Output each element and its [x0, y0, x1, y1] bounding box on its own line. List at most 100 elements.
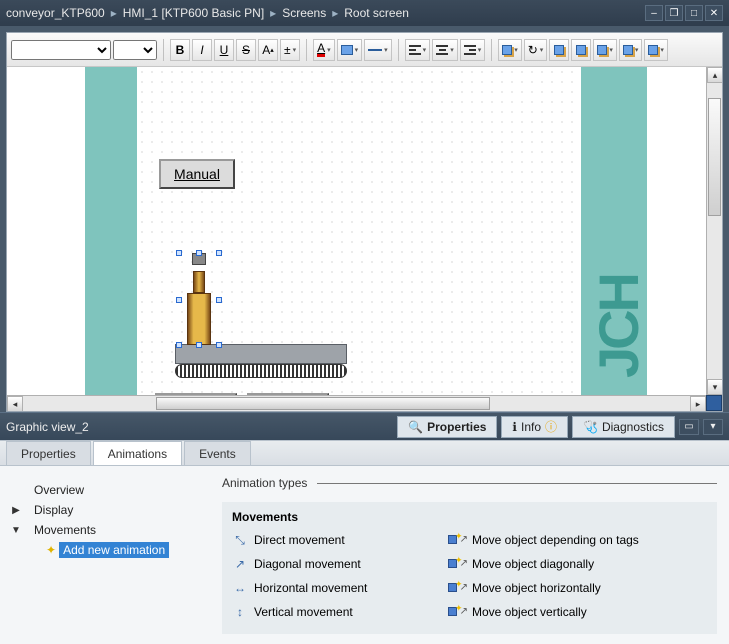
horizontal-movement-action[interactable]: ✦↗Move object horizontally — [448, 578, 707, 598]
scroll-thumb[interactable] — [156, 397, 490, 410]
direct-movement-action[interactable]: ✦↗Move object depending on tags — [448, 530, 707, 550]
format-painter-button[interactable]: ±▾ — [280, 39, 300, 61]
scroll-up-button[interactable]: ▴ — [707, 67, 722, 83]
bottle-body — [187, 293, 211, 345]
breadcrumb-3[interactable]: Screens — [282, 6, 326, 20]
direct-movement-item[interactable]: ⤡Direct movement — [232, 530, 432, 550]
breadcrumb-1[interactable]: conveyor_KTP600 — [6, 6, 105, 20]
selection-handle[interactable] — [176, 250, 182, 256]
line-color-button[interactable]: ▾ — [364, 39, 392, 61]
action-icon: ✦↗ — [448, 581, 466, 595]
arrange-icon — [554, 45, 564, 55]
breadcrumb-4[interactable]: Root screen — [344, 6, 409, 20]
breadcrumb-2[interactable]: HMI_1 [KTP600 Basic PN] — [123, 6, 264, 20]
tree-display[interactable]: ▶Display — [10, 500, 200, 520]
window-close-button[interactable]: ✕ — [705, 5, 723, 21]
underline-button[interactable]: U — [214, 39, 234, 61]
new-icon: ✦ — [46, 543, 56, 557]
vertical-movement-action[interactable]: ✦↗Move object vertically — [448, 602, 707, 622]
arrange-front-button[interactable]: ▾ — [498, 39, 522, 61]
arrange-icon — [623, 45, 633, 55]
animation-types-heading: Animation types — [222, 476, 717, 490]
font-family-select[interactable] — [11, 40, 111, 60]
strike-button[interactable]: S — [236, 39, 256, 61]
breadcrumb-sep: ▸ — [270, 6, 276, 20]
vertical-icon: ↕ — [232, 605, 248, 619]
diagonal-movement-action[interactable]: ✦↗Move object diagonally — [448, 554, 707, 574]
subtab-animations[interactable]: Animations — [93, 441, 182, 465]
rotate-button[interactable]: ↻▾ — [524, 39, 548, 61]
action-icon: ✦↗ — [448, 557, 466, 571]
window-restore-button[interactable]: ❐ — [665, 5, 683, 21]
horizontal-movement-item[interactable]: ↔Horizontal movement — [232, 578, 432, 598]
screen-border-left — [85, 67, 137, 395]
selection-handle[interactable] — [176, 297, 182, 303]
line-icon — [368, 49, 382, 51]
arrange-icon — [648, 45, 658, 55]
arrange-2-button[interactable] — [571, 39, 591, 61]
info-tab[interactable]: ℹ Info ⓘ — [501, 416, 568, 438]
conveyor-graphic[interactable] — [175, 344, 347, 384]
scroll-thumb[interactable] — [708, 98, 721, 216]
collapse-icon[interactable]: ▼ — [10, 525, 22, 536]
expand-icon[interactable]: ▶ — [10, 505, 22, 516]
selection-handle[interactable] — [216, 297, 222, 303]
action-icon: ✦↗ — [448, 533, 466, 547]
properties-tab[interactable]: 🔍 Properties — [397, 416, 497, 438]
align-right-icon — [464, 45, 476, 55]
superscript-button[interactable]: A▴ — [258, 39, 278, 61]
arrange-5-button[interactable]: ▾ — [644, 39, 668, 61]
hmi-screen: JCH — [85, 67, 647, 395]
breadcrumb-sep: ▸ — [111, 6, 117, 20]
panel-dropdown-button[interactable]: ▾ — [703, 419, 723, 435]
vertical-scrollbar[interactable]: ▴ ▾ — [706, 67, 722, 395]
breadcrumb-sep: ▸ — [332, 6, 338, 20]
scroll-down-button[interactable]: ▾ — [707, 379, 722, 395]
vertical-movement-item[interactable]: ↕Vertical movement — [232, 602, 432, 622]
inspector-title: Graphic view_2 — [6, 420, 89, 434]
scroll-right-button[interactable]: ▸ — [690, 396, 706, 411]
bold-button[interactable]: B — [170, 39, 190, 61]
tree-movements[interactable]: ▼Movements — [10, 520, 200, 540]
diagonal-movement-item[interactable]: ↗Diagonal movement — [232, 554, 432, 574]
window-maximize-button[interactable]: □ — [685, 5, 703, 21]
selection-handle[interactable] — [216, 342, 222, 348]
tree-add-animation[interactable]: ✦Add new animation — [10, 540, 200, 560]
italic-button[interactable]: I — [192, 39, 212, 61]
title-bar: conveyor_KTP600 ▸ HMI_1 [KTP600 Basic PN… — [0, 0, 729, 26]
scroll-left-button[interactable]: ◂ — [7, 396, 23, 411]
scrollbar-corner-icon[interactable] — [706, 395, 722, 411]
subtab-events[interactable]: Events — [184, 441, 251, 465]
horizontal-scrollbar[interactable]: ◂ ▸ — [7, 395, 706, 411]
selection-handle[interactable] — [196, 342, 202, 348]
align-right-button[interactable]: ▾ — [460, 39, 486, 61]
diagnostics-tab[interactable]: 🩺 Diagnostics — [572, 416, 675, 438]
screen-border-right: JCH — [581, 67, 647, 395]
window-minimize-button[interactable]: – — [645, 5, 663, 21]
direct-icon: ⤡ — [232, 533, 248, 547]
selection-handle[interactable] — [216, 250, 222, 256]
bottle-graphic[interactable] — [179, 253, 219, 345]
manual-button[interactable]: Manual — [159, 159, 235, 189]
align-left-icon — [409, 45, 421, 55]
selection-handle[interactable] — [176, 342, 182, 348]
arrange-1-button[interactable] — [549, 39, 569, 61]
fill-color-button[interactable]: ▾ — [337, 39, 363, 61]
screen-canvas[interactable]: JCH Manual Start Stop — [7, 67, 706, 395]
movements-label: Movements — [232, 510, 707, 524]
fill-icon — [341, 45, 353, 55]
selection-handle[interactable] — [196, 250, 202, 256]
align-center-button[interactable]: ▾ — [432, 39, 458, 61]
editor-frame: B I U S A▴ ±▾ A▾ ▾ ▾ ▾ ▾ ▾ ▾ ↻▾ ▾ ▾ ▾ JC… — [6, 32, 723, 412]
font-size-select[interactable] — [113, 40, 157, 60]
arrange-icon — [597, 45, 607, 55]
panel-layout-button[interactable]: ▭ — [679, 419, 699, 435]
arrange-4-button[interactable]: ▾ — [619, 39, 643, 61]
tree-overview[interactable]: Overview — [10, 480, 200, 500]
arrange-3-button[interactable]: ▾ — [593, 39, 617, 61]
font-color-button[interactable]: A▾ — [313, 39, 335, 61]
touch-logo: JCH — [586, 275, 651, 378]
subtab-properties[interactable]: Properties — [6, 441, 91, 465]
animation-types-panel: Animation types Movements ⤡Direct moveme… — [210, 466, 729, 644]
align-left-button[interactable]: ▾ — [405, 39, 431, 61]
